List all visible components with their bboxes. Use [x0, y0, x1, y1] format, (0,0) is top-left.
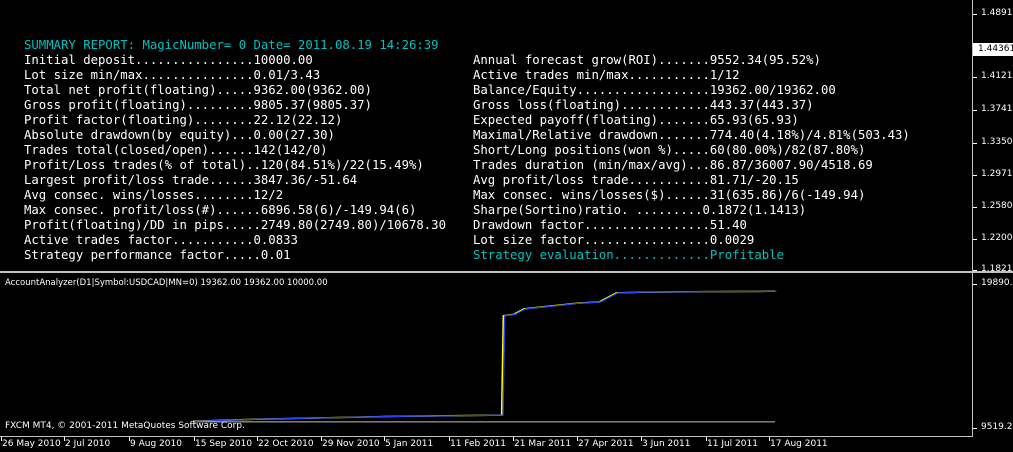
price-label: 1.25800 — [981, 201, 1013, 211]
date-label: 29 Nov 2010 — [322, 439, 380, 449]
sub-axis-max: 19890.82 — [981, 278, 1013, 288]
report-left-cell: Largest profit/loss trade......3847.36/-… — [24, 173, 358, 187]
price-tick — [973, 239, 977, 240]
price-label: 1.22005 — [981, 233, 1013, 243]
price-tick — [973, 175, 977, 176]
price-label: 1.41210 — [981, 71, 1013, 81]
report-left-cell: Profit factor(floating)........22.12(22.… — [24, 113, 343, 127]
price-label: 1.33505 — [981, 137, 1013, 147]
indicator-pane[interactable]: AccountAnalyzer(D1|Symbol:USDCAD|MN=0) 1… — [0, 273, 972, 435]
report-left-cell: Total net profit(floating).....9362.00(9… — [24, 83, 372, 97]
balance-line — [194, 290, 777, 422]
sub-axis-tick — [973, 284, 977, 285]
date-label: 15 Sep 2010 — [195, 439, 253, 449]
price-tick — [973, 110, 977, 111]
report-right-cell: Short/Long positions(won %).....60(80.00… — [473, 143, 866, 157]
report-left-cell: Strategy performance factor.....0.01 — [24, 248, 291, 262]
price-label: 1.18210 — [981, 264, 1013, 274]
report-left-cell: Active trades factor...........0.0833 — [24, 233, 298, 247]
report-right-cell: Avg profit/loss trade...........81.71/-2… — [473, 173, 799, 187]
report-left-cell: Max consec. profit/loss(#)......6896.58(… — [24, 203, 417, 217]
copyright-text: FXCM MT4, © 2001-2011 MetaQuotes Softwar… — [5, 421, 245, 431]
report-right-cell: Strategy evaluation.............Profitab… — [473, 248, 784, 262]
indicator-label: AccountAnalyzer(D1|Symbol:USDCAD|MN=0) 1… — [5, 278, 328, 288]
report-right-cell: Lot size factor.................0.0029 — [473, 233, 755, 247]
report-right-cell: Annual forecast grow(ROI).......9552.34(… — [473, 53, 821, 67]
equity-line — [192, 290, 775, 423]
price-tick — [973, 143, 977, 144]
date-label: 9 Aug 2010 — [130, 439, 182, 449]
report-right-cell: Maximal/Relative drawdown.......774.40(4… — [473, 128, 910, 142]
report-left-cell: Profit/Loss trades(% of total)..120(84.5… — [24, 158, 424, 172]
date-label: 11 Jul 2011 — [707, 439, 758, 449]
price-label: 1.29710 — [981, 169, 1013, 179]
report-left-cell: Avg consec. wins/losses........12/2 — [24, 188, 284, 202]
date-label: 5 Jan 2011 — [385, 439, 434, 449]
report-title: SUMMARY REPORT: MagicNumber= 0 Date= 201… — [24, 38, 439, 52]
report-right-cell: Gross loss(floating)............443.37(4… — [473, 98, 814, 112]
price-tick — [973, 14, 977, 15]
report-right-cell: Sharpe(Sortino)ratio. .........0.1872(1.… — [473, 203, 807, 217]
date-label: 17 Aug 2011 — [770, 439, 828, 449]
report-left-cell: Lot size min/max...............0.01/3.43 — [24, 68, 321, 82]
date-label: 26 May 2010 — [2, 439, 61, 449]
price-axis[interactable]: 1.48915 1.41210 1.37415 1.33505 1.29710 … — [973, 0, 1013, 437]
current-price-marker: 1.44361 — [973, 43, 1013, 56]
report-left-cell: Initial deposit................10000.00 — [24, 53, 313, 67]
price-label: 1.48915 — [981, 8, 1013, 18]
report-left-cell: Trades total(closed/open)......142(142/0… — [24, 143, 328, 157]
sub-axis-tick — [973, 428, 977, 429]
date-label: 3 Jun 2011 — [642, 439, 691, 449]
date-label: 27 Apr 2011 — [578, 439, 634, 449]
report-left-cell: Profit(floating)/DD in pips.....2749.80(… — [24, 218, 446, 232]
report-right-cell: Balance/Equity..................19362.00… — [473, 83, 836, 97]
summary-report: SUMMARY REPORT: MagicNumber= 0 Date= 201… — [24, 38, 910, 262]
equity-chart — [192, 290, 777, 423]
report-right-cell: Expected payoff(floating).......65.93(65… — [473, 113, 799, 127]
date-label: 21 Mar 2011 — [514, 439, 572, 449]
report-right-cell: Drawdown factor.................51.40 — [473, 218, 747, 232]
report-left-cell: Gross profit(floating).........9805.37(9… — [24, 98, 372, 112]
time-axis[interactable]: 26 May 2010 2 Jul 2010 9 Aug 2010 15 Sep 20… — [0, 437, 1013, 452]
report-right-cell: Active trades min/max...........1/12 — [473, 68, 740, 82]
price-tick — [973, 77, 977, 78]
report-left-cell: Absolute drawdown(by equity)...0.00(27.3… — [24, 128, 335, 142]
main-chart-pane[interactable]: SUMMARY REPORT: MagicNumber= 0 Date= 201… — [0, 0, 972, 271]
report-right-cell: Max consec. wins/losses($)......31(635.8… — [473, 188, 866, 202]
date-label: 22 Oct 2010 — [258, 439, 314, 449]
report-right-cell: Trades duration (min/max/avg)...86.87/36… — [473, 158, 873, 172]
price-tick — [973, 207, 977, 208]
price-label: 1.37415 — [981, 104, 1013, 114]
date-label: 11 Feb 2011 — [450, 439, 507, 449]
date-label: 2 Jul 2010 — [65, 439, 111, 449]
chart-window[interactable]: SUMMARY REPORT: MagicNumber= 0 Date= 201… — [0, 0, 1013, 452]
price-tick — [973, 270, 977, 271]
sub-axis-min: 9519.23 — [981, 422, 1013, 432]
